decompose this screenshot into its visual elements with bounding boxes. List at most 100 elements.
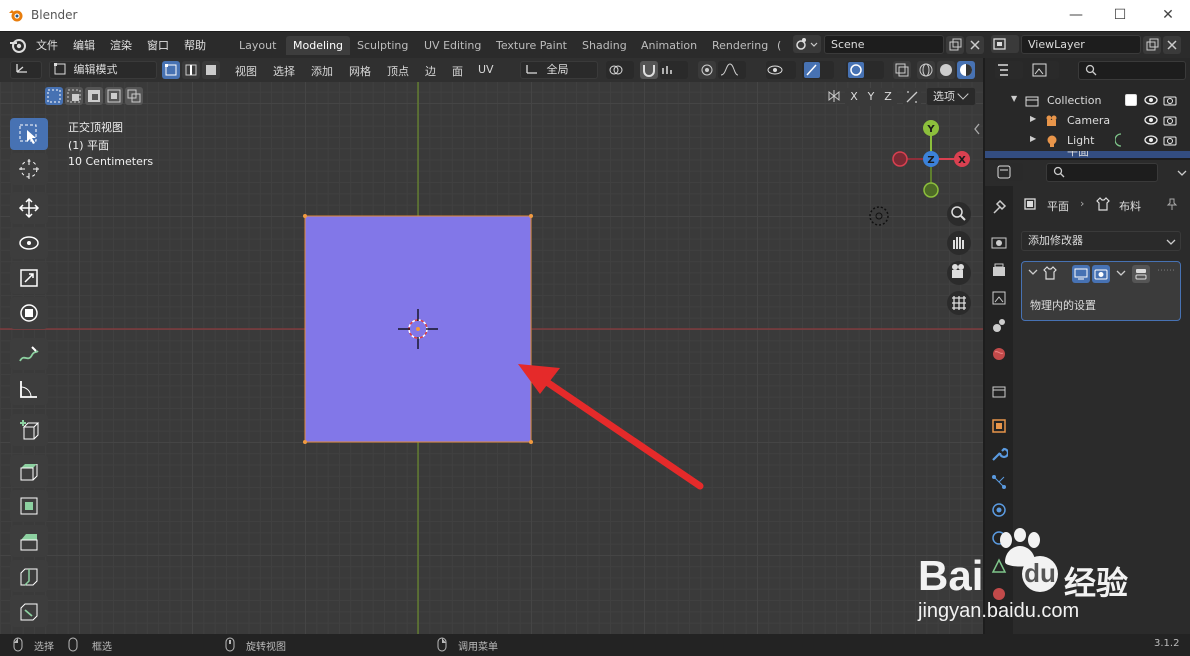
include-checkbox[interactable] — [1125, 94, 1137, 106]
blender-menu-icon[interactable] — [9, 36, 27, 54]
tool-extrude[interactable] — [10, 455, 48, 487]
gizmo-neg-y-axis[interactable] — [923, 182, 939, 198]
view-layer-tab-icon[interactable] — [990, 289, 1008, 307]
tool-select-box[interactable] — [10, 118, 48, 150]
outliner-item-light[interactable]: ▶ Light — [985, 131, 1190, 151]
add-modifier-dropdown[interactable]: 添加修改器 — [1021, 231, 1181, 251]
tool-move[interactable] — [10, 192, 48, 224]
snap-target-button[interactable] — [660, 61, 688, 79]
mirror-x-toggle[interactable]: X — [845, 88, 863, 106]
mirror-z-toggle[interactable]: Z — [879, 88, 897, 106]
scene-selector-button[interactable] — [793, 35, 821, 53]
expand-arrow-icon[interactable]: ▶ — [1030, 134, 1036, 143]
world-tab-icon[interactable] — [990, 345, 1008, 363]
proportional-edit-button[interactable] — [698, 61, 716, 79]
tool-settings-tab-icon[interactable] — [990, 198, 1008, 216]
chevron-down-icon[interactable] — [1116, 269, 1126, 277]
output-tab-icon[interactable] — [990, 261, 1008, 279]
outliner-filter-dropdown[interactable] — [1031, 61, 1059, 79]
show-render-toggle[interactable] — [1092, 265, 1110, 283]
mirror-y-toggle[interactable]: Y — [862, 88, 880, 106]
tab-modeling[interactable]: Modeling — [286, 36, 351, 55]
menu-face[interactable]: 面 — [452, 63, 463, 79]
select-subtract-icon[interactable] — [85, 87, 103, 105]
transform-orientation-dropdown[interactable]: 全局 — [520, 61, 598, 79]
vertex-top-right[interactable] — [529, 214, 533, 218]
select-extend-icon[interactable] — [65, 87, 83, 105]
object-tab-icon[interactable] — [990, 417, 1008, 435]
tool-loop-cut[interactable] — [10, 560, 48, 592]
expand-arrow-icon[interactable]: ▶ — [1030, 114, 1036, 123]
scene-name-field[interactable]: Scene — [824, 35, 944, 54]
menu-select[interactable]: 选择 — [273, 63, 295, 79]
tab-overflow[interactable]: ( — [775, 36, 783, 55]
shading-solid-button[interactable] — [937, 61, 955, 79]
shading-wireframe-button[interactable] — [917, 61, 935, 79]
viewlayer-selector-button[interactable] — [991, 35, 1019, 53]
tool-transform[interactable] — [10, 297, 48, 329]
properties-search-input[interactable] — [1046, 163, 1158, 182]
drag-handle-icon[interactable]: ⋯⋯ — [1157, 266, 1175, 276]
collection-tab-icon[interactable] — [990, 382, 1008, 400]
menu-window[interactable]: 窗口 — [147, 37, 169, 53]
tool-rotate[interactable] — [10, 227, 48, 259]
chevron-down-icon[interactable] — [1177, 169, 1187, 177]
visibility-dropdown[interactable] — [766, 61, 796, 79]
camera-render-icon[interactable] — [1163, 113, 1177, 127]
tool-add-cube[interactable] — [10, 414, 48, 446]
tab-uv-editing[interactable]: UV Editing — [417, 36, 488, 55]
properties-editor-type[interactable] — [995, 163, 1023, 181]
outliner-display-mode[interactable] — [995, 61, 1023, 79]
tool-annotate[interactable] — [10, 338, 48, 370]
snap-toggle-button[interactable] — [640, 61, 658, 79]
menu-mesh[interactable]: 网格 — [349, 63, 371, 79]
scene-copy-icon[interactable] — [946, 36, 964, 54]
pivot-point-button[interactable] — [606, 61, 634, 79]
eye-icon[interactable] — [1144, 134, 1158, 146]
scene-tab-icon[interactable] — [990, 317, 1008, 335]
modifier-extra-toggle[interactable] — [1132, 265, 1150, 283]
render-tab-icon[interactable] — [990, 233, 1008, 251]
close-button[interactable]: ✕ — [1153, 5, 1183, 25]
tab-texture-paint[interactable]: Texture Paint — [489, 36, 574, 55]
tool-inset[interactable] — [10, 490, 48, 522]
tab-shading[interactable]: Shading — [575, 36, 634, 55]
show-viewport-toggle[interactable] — [1072, 265, 1090, 283]
vertex-select-mode-button[interactable] — [162, 61, 180, 79]
auto-merge-icon[interactable] — [903, 88, 921, 106]
menu-view[interactable]: 视图 — [235, 63, 257, 79]
tool-cursor[interactable] — [10, 153, 48, 185]
menu-edge[interactable]: 边 — [425, 63, 436, 79]
menu-edit[interactable]: 编辑 — [73, 37, 95, 53]
physics-tab-icon[interactable] — [990, 501, 1008, 519]
tool-measure[interactable] — [10, 373, 48, 405]
outliner-item-plane[interactable]: 平面 — [985, 151, 1190, 158]
outliner-item-collection[interactable]: ▼ Collection — [985, 91, 1190, 111]
vertex-top-left[interactable] — [303, 214, 307, 218]
menu-add[interactable]: 添加 — [311, 63, 333, 79]
eye-icon[interactable] — [1144, 94, 1158, 106]
tab-animation[interactable]: Animation — [634, 36, 704, 55]
tool-knife[interactable] — [10, 595, 48, 627]
viewlayer-copy-icon[interactable] — [1143, 36, 1161, 54]
outliner-item-camera[interactable]: ▶ Camera — [985, 111, 1190, 131]
menu-render[interactable]: 渲染 — [110, 37, 132, 53]
tool-bevel[interactable] — [10, 525, 48, 557]
menu-uv[interactable]: UV — [478, 63, 494, 76]
camera-render-icon[interactable] — [1163, 93, 1177, 107]
select-intersect-icon[interactable] — [125, 87, 143, 105]
menu-file[interactable]: 文件 — [36, 37, 58, 53]
xray-toggle-button[interactable] — [893, 61, 911, 79]
face-select-mode-button[interactable] — [202, 61, 220, 79]
mode-dropdown[interactable]: 编辑模式 — [49, 61, 157, 79]
panel-collapse-icon[interactable] — [1028, 268, 1038, 276]
gizmo-neg-x-axis[interactable] — [892, 151, 908, 167]
outliner-search-input[interactable] — [1078, 61, 1186, 80]
gizmo-dropdown[interactable] — [802, 61, 834, 79]
options-dropdown[interactable]: 选项 — [926, 87, 976, 106]
maximize-button[interactable]: ☐ — [1105, 5, 1135, 25]
overlays-dropdown[interactable] — [846, 61, 884, 79]
navigation-gizmo[interactable]: Y X Z — [892, 120, 970, 198]
eye-icon[interactable] — [1144, 114, 1158, 126]
expand-arrow-icon[interactable]: ▼ — [1011, 94, 1017, 103]
